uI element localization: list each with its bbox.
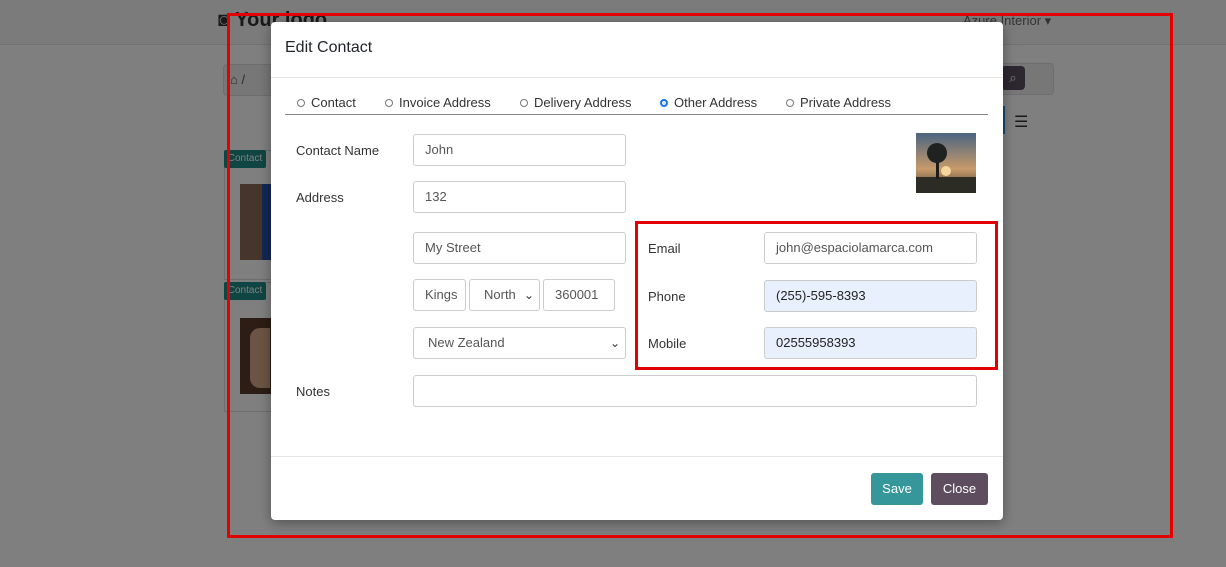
highlight-box-contact-info [635,221,998,370]
